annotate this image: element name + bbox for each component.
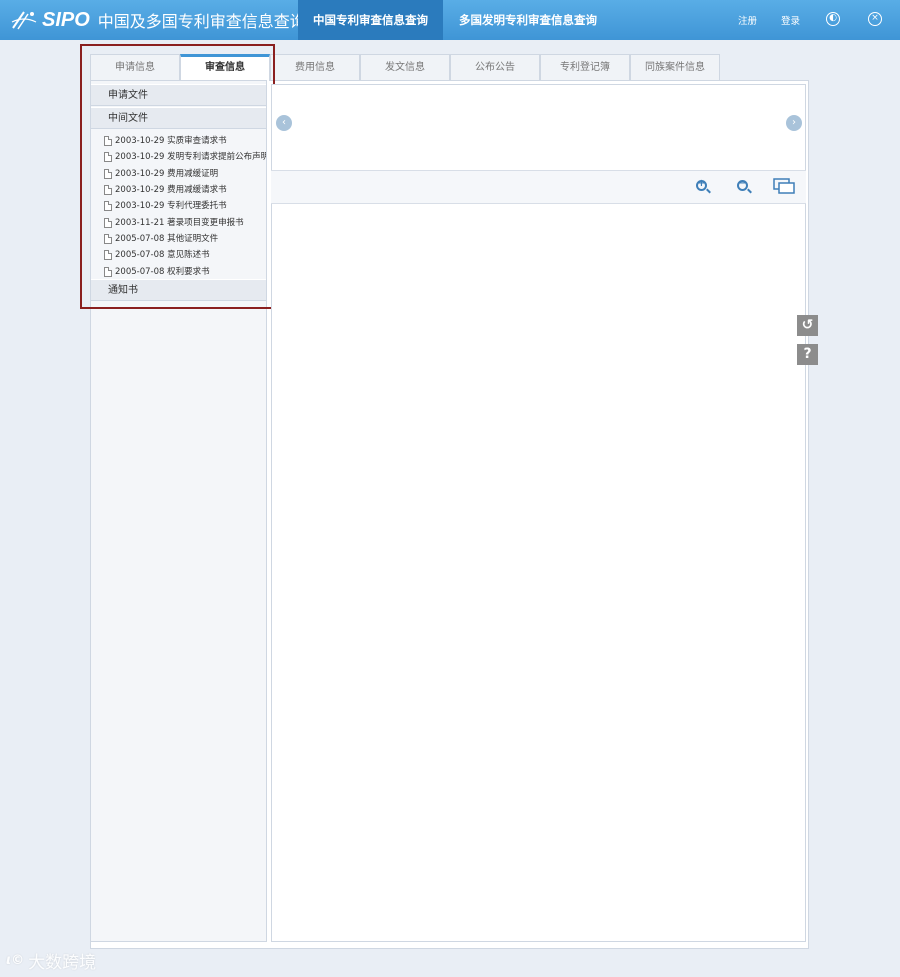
prev-arrow-icon[interactable]: ‹: [276, 115, 292, 131]
login-link[interactable]: 登录: [781, 13, 800, 27]
site-title: 中国及多国专利审查信息查询: [97, 12, 306, 31]
highlight-annotation-box: [80, 44, 275, 309]
app-header: SIPO 中国及多国专利审查信息查询 中国专利审查信息查询 多国发明专利审查信息…: [0, 0, 900, 40]
close-icon[interactable]: ×: [868, 12, 882, 26]
thumbnail-strip: [271, 84, 806, 171]
tab-fee-info[interactable]: 费用信息: [270, 54, 360, 80]
zoom-out-icon[interactable]: −: [736, 178, 752, 195]
nav-china-patent-query[interactable]: 中国专利审查信息查询: [298, 0, 443, 40]
viewer-toolbar: [271, 171, 806, 204]
zoom-in-icon[interactable]: +: [695, 178, 711, 195]
tab-dispatch-info[interactable]: 发文信息: [360, 54, 450, 80]
watermark: ι© 大数跨境: [6, 948, 96, 973]
logo-text: SIPO: [42, 8, 90, 31]
tab-family-cases[interactable]: 同族案件信息: [630, 54, 720, 80]
next-arrow-icon[interactable]: ›: [786, 115, 802, 131]
sipo-logo-icon: [11, 11, 37, 30]
globe-icon[interactable]: ◐: [826, 12, 840, 26]
tab-publication[interactable]: 公布公告: [450, 54, 540, 80]
watermark-text: 大数跨境: [28, 953, 97, 973]
logo[interactable]: SIPO 中国及多国专利审查信息查询: [10, 7, 306, 33]
undo-button[interactable]: ↺: [797, 315, 818, 336]
register-link[interactable]: 注册: [738, 13, 757, 27]
help-button[interactable]: ?: [797, 344, 818, 365]
window-icon[interactable]: [773, 178, 795, 194]
watermark-logo-icon: ι©: [6, 953, 25, 968]
tab-patent-register[interactable]: 专利登记簿: [540, 54, 630, 80]
nav-multi-country-query[interactable]: 多国发明专利审查信息查询: [443, 0, 613, 40]
document-viewer: [271, 84, 806, 942]
